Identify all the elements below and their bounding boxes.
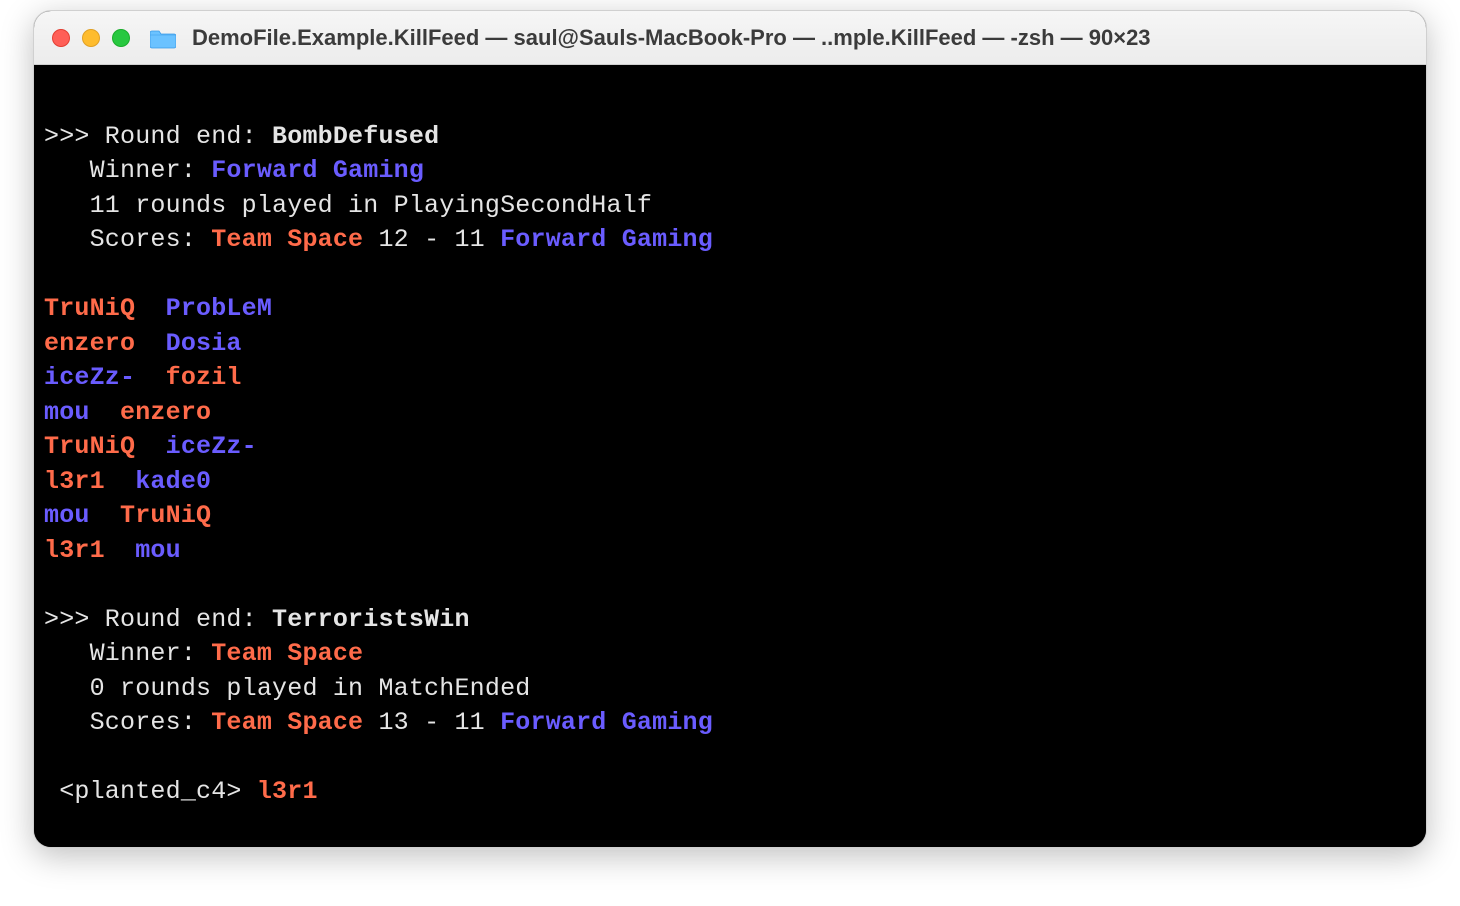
killer: TruNiQ	[44, 432, 135, 461]
scores-label: Scores:	[44, 225, 211, 254]
zoom-icon[interactable]	[112, 29, 130, 47]
weapon	[90, 501, 120, 530]
victim: mou	[135, 536, 181, 565]
round-end-prefix: >>> Round end:	[44, 122, 272, 151]
round-end-reason: BombDefused	[272, 122, 439, 151]
window-title: DemoFile.Example.KillFeed — saul@Sauls-M…	[192, 25, 1151, 51]
killfeed: TruNiQ ProbLeM enzero Dosia iceZz- fozil…	[44, 292, 1416, 568]
scores-value: 12 - 11	[363, 225, 500, 254]
victim: fozil	[166, 363, 242, 392]
killer: TruNiQ	[44, 294, 135, 323]
finished-text: (67,185.7 ticks/sec)	[1017, 846, 1336, 848]
finished-text: Parsed	[181, 846, 303, 848]
scores-team-a: Team Space	[211, 225, 363, 254]
victim: Dosia	[166, 329, 242, 358]
planted-label: <planted_c4>	[44, 777, 257, 806]
finished-ticks: 190,912 ticks	[302, 846, 500, 848]
terminal-body[interactable]: >>> Round end: BombDefused Winner: Forwa…	[34, 65, 1426, 847]
victim: TruNiQ	[120, 501, 211, 530]
scores-team-b: Forward Gaming	[500, 708, 713, 737]
rounds-played: 11 rounds played in PlayingSecondHalf	[44, 191, 652, 220]
winner-label: Winner:	[44, 639, 211, 668]
victim: iceZz-	[166, 432, 257, 461]
weapon	[90, 398, 120, 427]
scores-team-b: Forward Gaming	[500, 225, 713, 254]
killer: mou	[44, 501, 90, 530]
victim: ProbLeM	[166, 294, 272, 323]
weapon	[135, 329, 165, 358]
finished-secs: 2.842 secs	[865, 846, 1017, 848]
killer: enzero	[44, 329, 135, 358]
scores-value: 13 - 11	[363, 708, 500, 737]
folder-icon	[150, 27, 176, 49]
rounds-played: 0 rounds played in MatchEnded	[44, 674, 530, 703]
victim: kade0	[135, 467, 211, 496]
weapon	[135, 294, 165, 323]
terminal-window: DemoFile.Example.KillFeed — saul@Sauls-M…	[33, 10, 1427, 848]
planted-player: l3r1	[257, 777, 318, 806]
victim: enzero	[120, 398, 211, 427]
finished-label: Finished!	[44, 846, 181, 848]
traffic-lights	[52, 29, 130, 47]
killer: l3r1	[44, 536, 105, 565]
weapon	[135, 363, 165, 392]
close-icon[interactable]	[52, 29, 70, 47]
finished-text: (2,983.0 game secs) in	[500, 846, 865, 848]
killer: l3r1	[44, 467, 105, 496]
weapon	[105, 536, 135, 565]
round-end-reason: TerroristsWin	[272, 605, 470, 634]
winner-label: Winner:	[44, 156, 211, 185]
winner-team: Team Space	[211, 639, 363, 668]
scores-team-a: Team Space	[211, 708, 363, 737]
killer: mou	[44, 398, 90, 427]
weapon	[135, 432, 165, 461]
minimize-icon[interactable]	[82, 29, 100, 47]
round-end-prefix: >>> Round end:	[44, 605, 272, 634]
winner-team: Forward Gaming	[211, 156, 424, 185]
scores-label: Scores:	[44, 708, 211, 737]
weapon	[105, 467, 135, 496]
titlebar: DemoFile.Example.KillFeed — saul@Sauls-M…	[34, 11, 1426, 65]
killer: iceZz-	[44, 363, 135, 392]
